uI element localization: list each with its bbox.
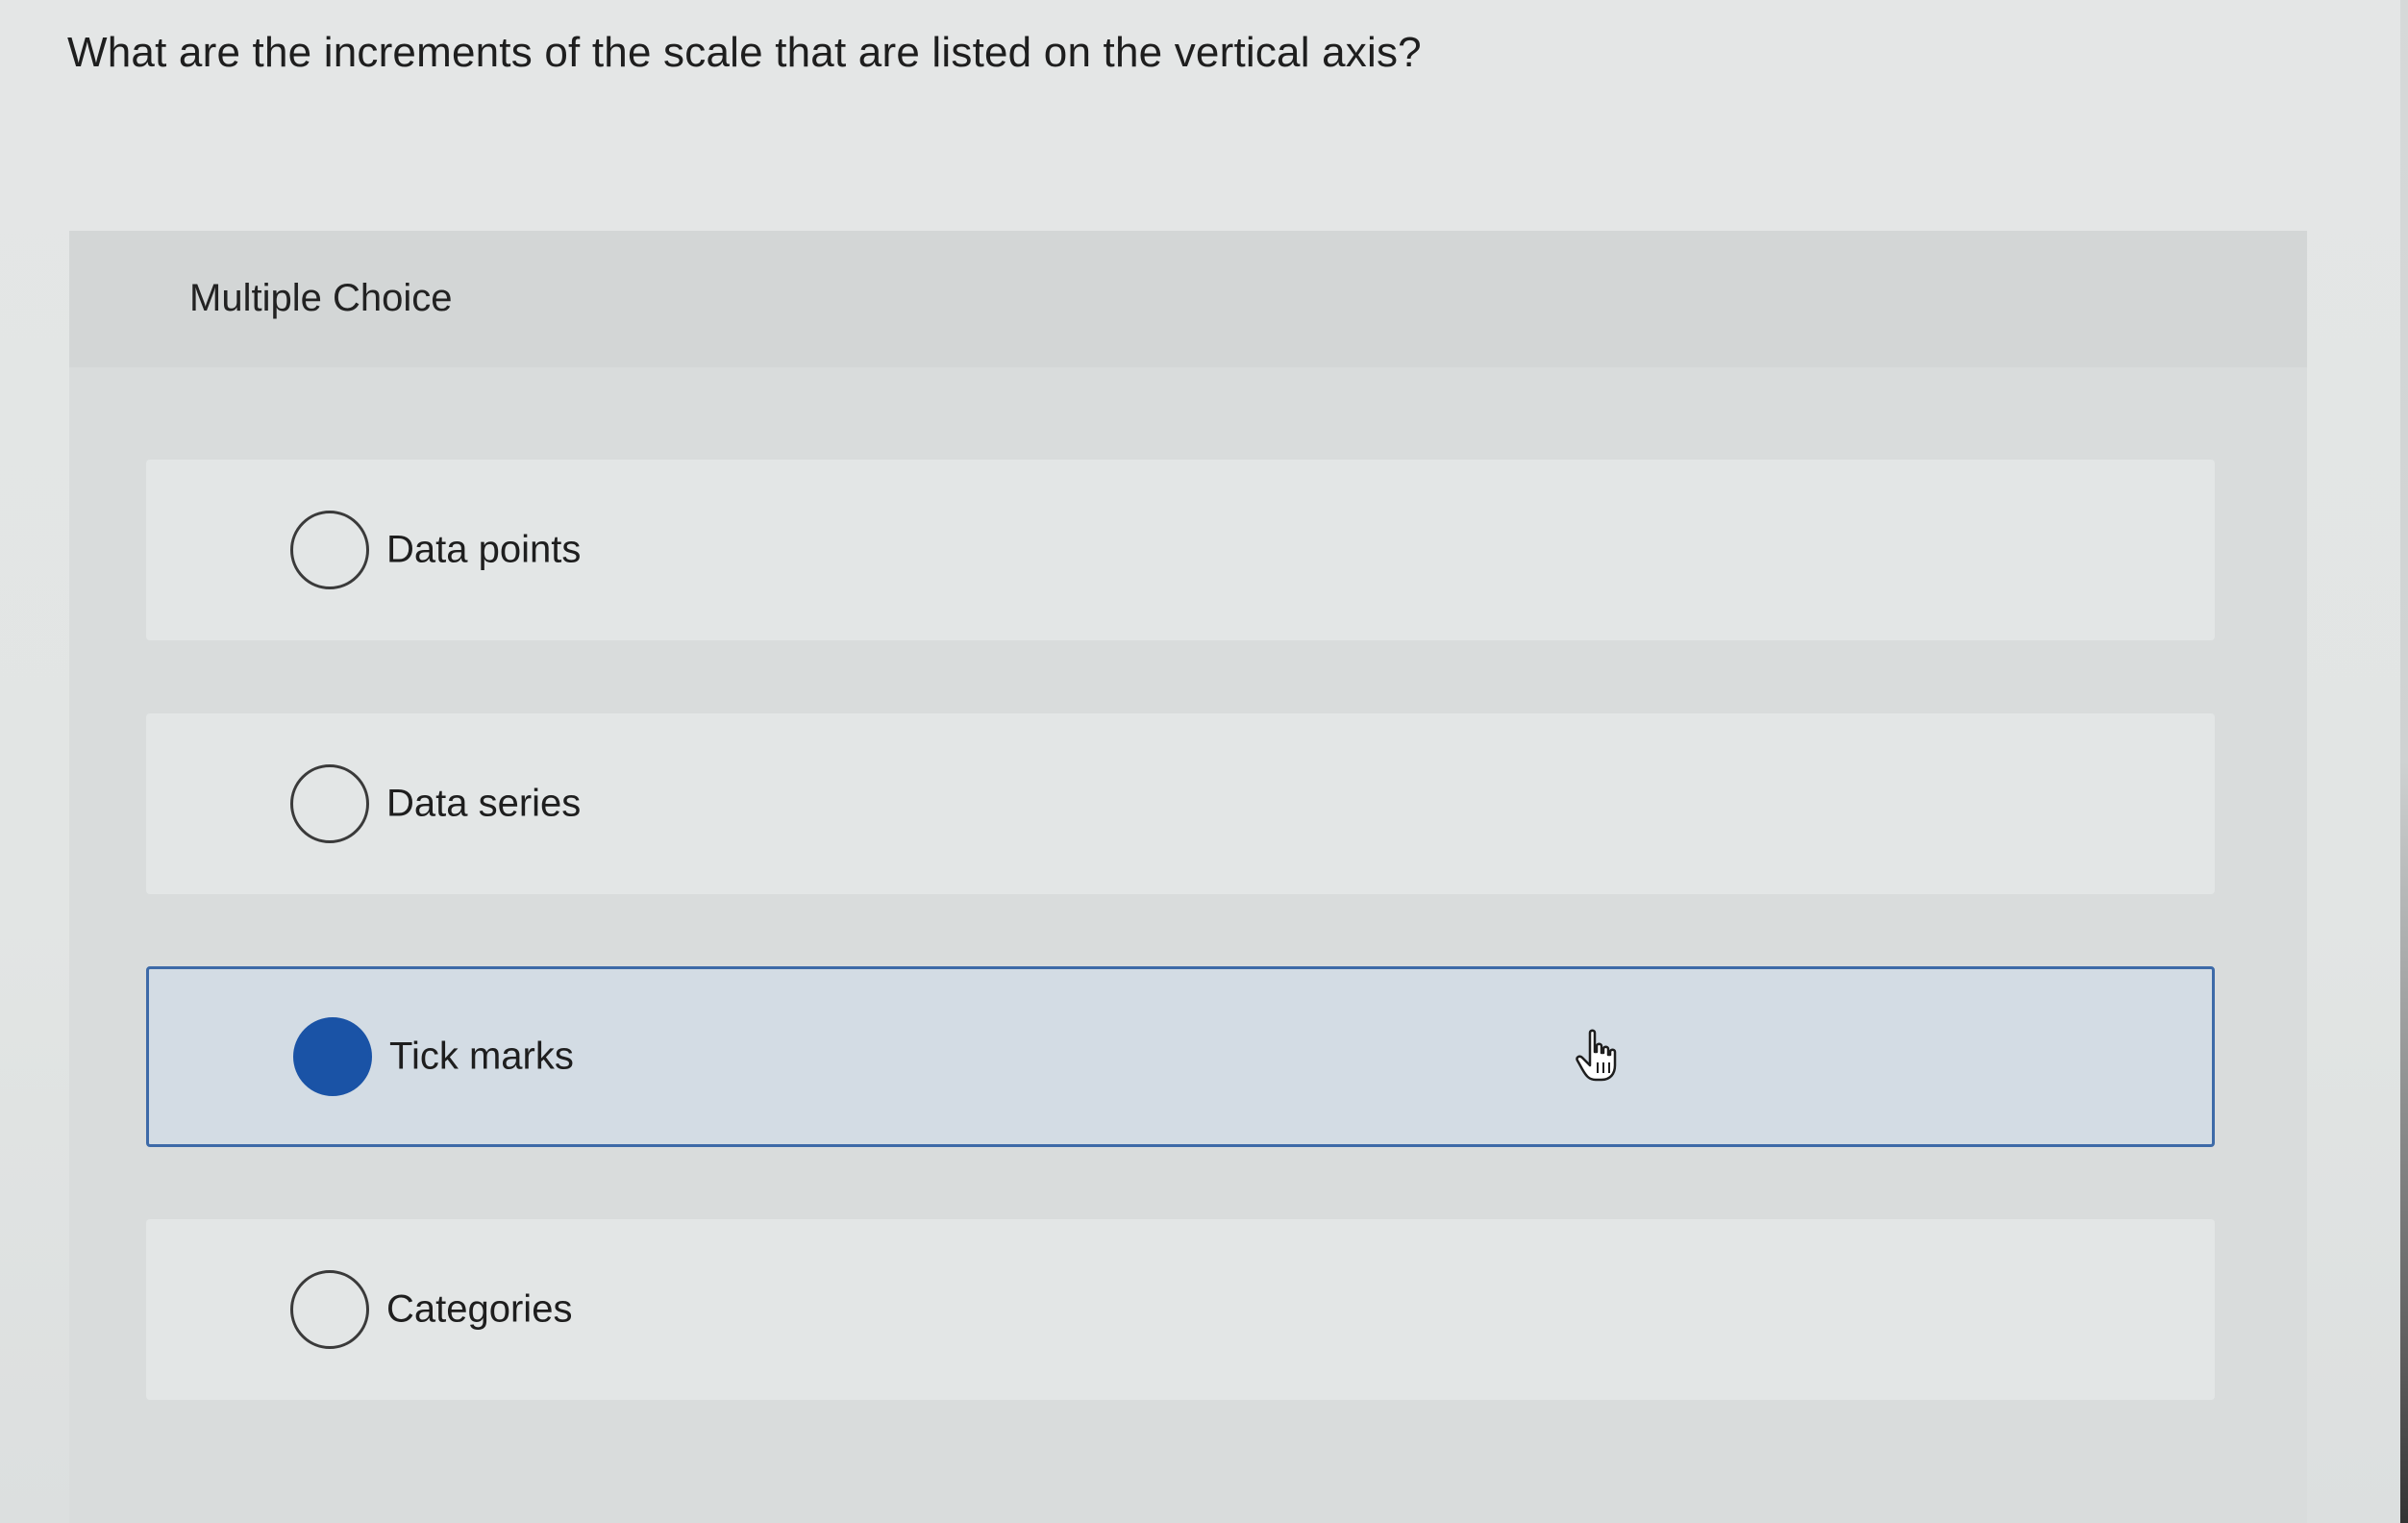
radio-button[interactable] (290, 1270, 369, 1349)
option-tick-marks[interactable]: Tick marks (146, 966, 2215, 1147)
radio-button[interactable] (290, 511, 369, 589)
option-label: Data series (386, 782, 582, 825)
panel-title: Multiple Choice (189, 277, 453, 319)
option-label: Categories (386, 1287, 573, 1331)
option-label: Data points (386, 528, 582, 571)
hand-pointer-icon (1576, 1029, 1617, 1082)
question-text: What are the increments of the scale tha… (67, 29, 1422, 76)
quiz-page: What are the increments of the scale tha… (0, 0, 2408, 1523)
option-data-points[interactable]: Data points (146, 460, 2215, 640)
window-edge (2400, 0, 2408, 1523)
radio-button[interactable] (290, 764, 369, 843)
radio-button-selected[interactable] (293, 1017, 372, 1096)
multiple-choice-panel: Multiple Choice Data points Data series … (69, 231, 2307, 1523)
option-categories[interactable]: Categories (146, 1219, 2215, 1400)
panel-header: Multiple Choice (69, 231, 2307, 367)
option-data-series[interactable]: Data series (146, 713, 2215, 894)
option-label: Tick marks (389, 1035, 574, 1078)
